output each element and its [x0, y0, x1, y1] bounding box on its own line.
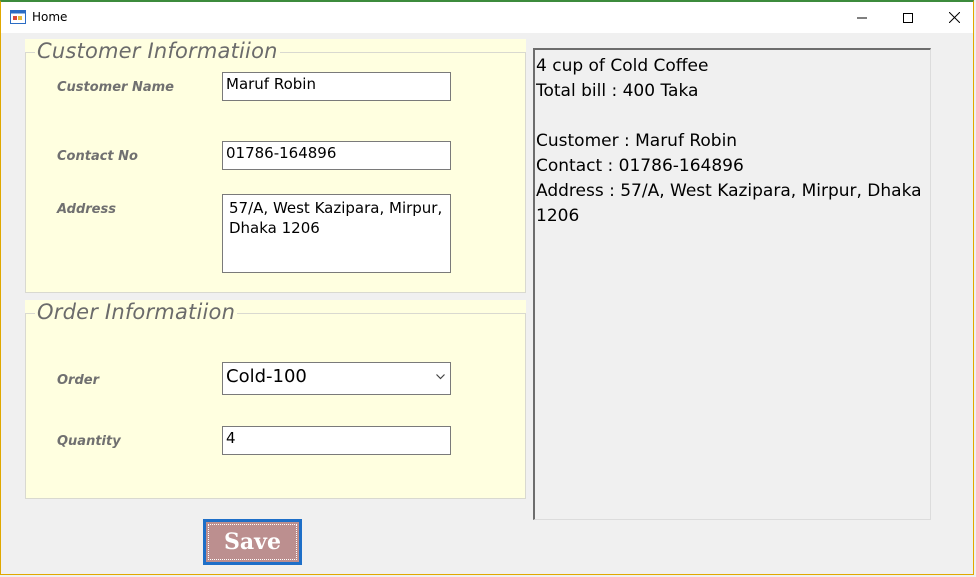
- close-button[interactable]: [931, 2, 976, 33]
- customer-information-title: Customer Informatiion: [35, 39, 280, 63]
- maximize-button[interactable]: [885, 2, 931, 33]
- maximize-icon: [903, 12, 913, 23]
- output-order-line: 4 cup of Cold Coffee: [536, 56, 709, 76]
- chevron-down-icon: [436, 374, 445, 380]
- customer-name-label: Customer Name: [57, 80, 174, 95]
- output-total-line: Total bill : 400 Taka: [536, 81, 699, 101]
- address-label: Address: [57, 202, 116, 217]
- title-bar[interactable]: Home: [1, 2, 973, 33]
- output-blank-line: [536, 104, 929, 129]
- customer-name-input[interactable]: Maruf Robin: [222, 72, 451, 101]
- focus-rectangle: [208, 524, 297, 560]
- order-select-value: Cold-100: [226, 366, 307, 387]
- main-window: Home Customer Informatiion Customer Name…: [0, 0, 974, 575]
- window-title: Home: [32, 10, 68, 24]
- order-information-group: Order Informatiion Order Cold-100 Quanti…: [25, 300, 526, 499]
- close-icon: [948, 12, 960, 23]
- output-contact-line: Contact : 01786-164896: [536, 156, 744, 176]
- customer-information-group: Customer Informatiion Customer Name Maru…: [25, 39, 526, 293]
- quantity-input[interactable]: 4: [222, 426, 451, 455]
- save-button[interactable]: Save: [203, 519, 302, 565]
- winforms-app-icon: [10, 9, 26, 25]
- contact-no-input[interactable]: 01786-164896: [222, 141, 451, 170]
- output-customer-line: Customer : Maruf Robin: [536, 131, 738, 151]
- bill-output-panel[interactable]: 4 cup of Cold Coffee Total bill : 400 Ta…: [533, 48, 931, 520]
- contact-no-label: Contact No: [57, 149, 138, 164]
- quantity-label: Quantity: [57, 434, 121, 449]
- order-label: Order: [57, 373, 99, 388]
- order-information-title: Order Informatiion: [35, 300, 238, 324]
- output-address-line: Address : 57/A, West Kazipara, Mirpur, D…: [536, 181, 922, 226]
- minimize-button[interactable]: [839, 2, 885, 33]
- address-input[interactable]: 57/A, West Kazipara, Mirpur, Dhaka 1206: [222, 194, 451, 273]
- group-frame: [25, 313, 526, 499]
- order-select[interactable]: Cold-100: [222, 362, 451, 395]
- minimize-icon: [857, 17, 867, 18]
